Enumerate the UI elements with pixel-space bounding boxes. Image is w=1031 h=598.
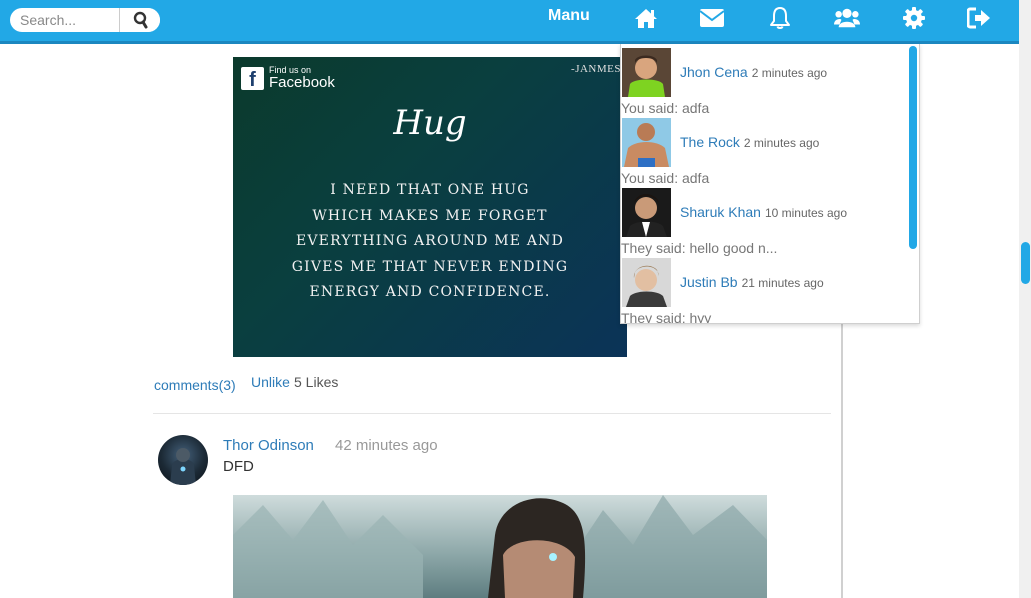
avatar-image [622, 48, 671, 97]
unlike-button[interactable]: Unlike [251, 374, 290, 390]
message-item[interactable]: The Rock 2 minutes ago You said: adfa [621, 116, 906, 186]
message-time: 2 minutes ago [743, 136, 820, 150]
friends-button[interactable] [834, 6, 860, 30]
search-icon [133, 11, 147, 29]
dropdown-scrollbar-thumb[interactable] [909, 46, 917, 249]
search-box [10, 8, 160, 32]
comments-link[interactable]: comments(3) [154, 377, 236, 393]
message-sender[interactable]: Justin Bb [680, 274, 738, 290]
message-item[interactable]: Justin Bb 21 minutes ago They said: hyy [621, 256, 906, 324]
bell-icon [770, 7, 790, 29]
message-preview: They said: hyy [621, 310, 712, 324]
page-scrollbar[interactable] [1019, 0, 1031, 598]
avatar-image [622, 118, 671, 167]
gear-icon [903, 7, 925, 29]
post-photo [233, 495, 767, 598]
quote-body: I need that one hug which makes me forge… [233, 178, 627, 306]
avatar [622, 258, 671, 307]
post-image[interactable]: f Find us on Facebook -JANMES Hug I need… [233, 57, 627, 357]
post-image[interactable] [233, 495, 767, 598]
settings-button[interactable] [901, 6, 927, 30]
facebook-icon: f [241, 66, 264, 90]
quote-title: Hug [393, 103, 467, 143]
message-preview: They said: hello good n... [621, 240, 778, 256]
users-icon [834, 8, 860, 28]
sign-out-icon [967, 7, 990, 29]
avatar-image [622, 258, 671, 307]
avatar-image [622, 188, 671, 237]
messages-button[interactable] [699, 6, 725, 30]
notifications-button[interactable] [767, 6, 793, 30]
search-button[interactable] [119, 8, 160, 32]
message-time: 2 minutes ago [751, 66, 828, 80]
message-time: 10 minutes ago [764, 206, 848, 220]
message-item[interactable]: Jhon Cena 2 minutes ago You said: adfa [621, 46, 906, 116]
messages-dropdown: Jhon Cena 2 minutes ago You said: adfa Th… [620, 44, 920, 324]
home-button[interactable] [633, 6, 659, 30]
page-scrollbar-thumb[interactable] [1021, 242, 1030, 284]
post-text: DFD [223, 458, 254, 475]
avatar-image [170, 448, 196, 485]
image-signature: -JANMES [571, 63, 621, 75]
message-item[interactable]: Sharuk Khan 10 minutes ago They said: hel… [621, 186, 906, 256]
quote-line: everything around me and [295, 233, 565, 249]
badge-big-text: Facebook [269, 74, 335, 91]
menu-label[interactable]: Manu [548, 7, 590, 25]
avatar [622, 188, 671, 237]
avatar [622, 48, 671, 97]
likes-count: 5 Likes [294, 374, 339, 390]
message-preview: You said: adfa [621, 170, 710, 186]
search-input[interactable] [10, 8, 120, 32]
post-author-link[interactable]: Thor Odinson [223, 437, 314, 454]
quote-line: energy and confidence. [309, 284, 551, 300]
post-separator [153, 413, 831, 414]
logout-button[interactable] [966, 6, 992, 30]
home-icon [635, 8, 657, 28]
envelope-icon [699, 9, 725, 27]
top-navbar: Manu [0, 0, 1019, 44]
message-preview: You said: adfa [621, 100, 710, 116]
message-time: 21 minutes ago [741, 276, 824, 290]
message-sender[interactable]: Sharuk Khan [680, 204, 761, 220]
quote-line: gives me that never ending [291, 258, 569, 275]
message-sender[interactable]: The Rock [680, 134, 740, 150]
post-timestamp: 42 minutes ago [335, 437, 438, 454]
avatar [622, 118, 671, 167]
message-sender[interactable]: Jhon Cena [680, 64, 748, 80]
facebook-badge: f Find us on Facebook [241, 66, 335, 90]
quote-line: I need that one hug [330, 182, 530, 198]
avatar[interactable] [158, 435, 208, 485]
quote-line: which makes me forget [312, 207, 548, 224]
